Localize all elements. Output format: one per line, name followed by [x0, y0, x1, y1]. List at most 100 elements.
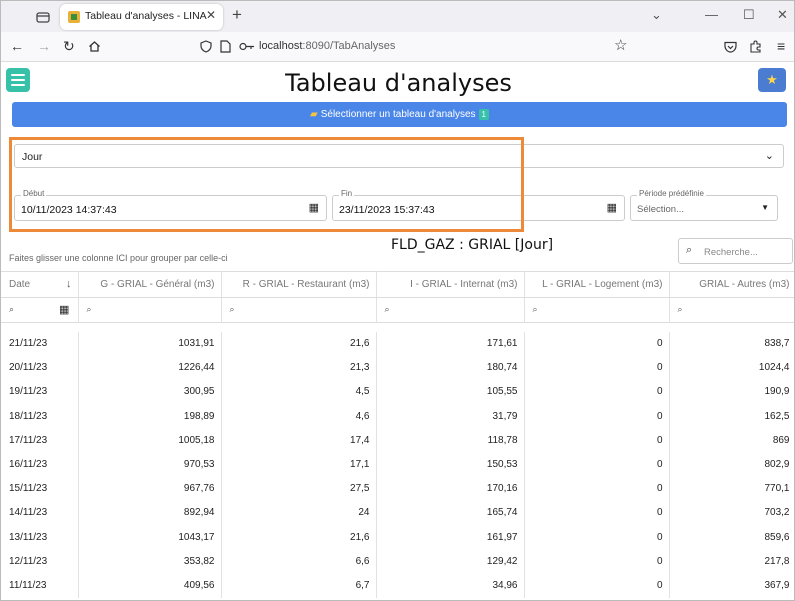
forward-icon[interactable]: →: [37, 38, 51, 54]
column-filter-cell[interactable]: ⌕: [524, 297, 670, 323]
value-cell: 0: [524, 404, 670, 429]
date-cell: 14/11/23: [1, 500, 79, 525]
value-cell: 198,89: [78, 404, 222, 429]
value-cell: 1031,91: [78, 331, 222, 356]
value-cell: 967,76: [78, 476, 222, 501]
tab-title: Tableau d'analyses - LINA: [85, 10, 207, 22]
shield-icon[interactable]: [200, 40, 212, 53]
value-cell: 0: [524, 549, 670, 574]
reload-icon[interactable]: ↻: [63, 38, 75, 55]
column-header-label: I - GRIAL - Internat (m3): [410, 279, 518, 290]
date-cell: 18/11/23: [1, 404, 79, 429]
calendar-icon[interactable]: ▦: [59, 303, 69, 316]
value-cell: 0: [524, 379, 670, 405]
column-filter-cell[interactable]: ⌕: [221, 297, 377, 323]
column-header-date[interactable]: Date ↓: [1, 271, 79, 298]
search-icon: ⌕: [532, 304, 538, 314]
close-window-icon[interactable]: ✕: [777, 7, 788, 23]
home-icon[interactable]: [88, 40, 101, 53]
chevron-down-icon: ⌄: [764, 150, 774, 162]
table-row[interactable]: 13/11/23 1043,17 21,6 161,97 0 859,6: [1, 525, 794, 550]
minimize-icon[interactable]: —: [705, 7, 718, 22]
grid-body: 21/11/23 1031,91 21,6 171,61 0 838,7 20/11/23 1…: [1, 322, 794, 598]
select-button-label: Sélectionner un tableau d'analyses: [320, 109, 476, 120]
value-cell: 802,9: [669, 452, 794, 477]
select-analysis-table-button[interactable]: ▰ Sélectionner un tableau d'analyses 1: [12, 102, 787, 127]
value-cell: 161,97: [376, 525, 525, 550]
url-bar[interactable]: localhost:8090/TabAnalyses: [259, 40, 395, 52]
column-filter-cell[interactable]: ⌕: [376, 297, 525, 323]
favorite-star-button[interactable]: ★: [758, 68, 786, 92]
value-cell: 703,2: [669, 500, 794, 525]
value-cell: 170,16: [376, 476, 525, 501]
column-filter-cell[interactable]: ⌕: [78, 297, 222, 323]
date-cell: 13/11/23: [1, 525, 79, 550]
date-cell: 12/11/23: [1, 549, 79, 574]
value-cell: 150,53: [376, 452, 525, 477]
page-title: Tableau d'analyses: [285, 69, 512, 97]
table-row[interactable]: 21/11/23 1031,91 21,6 171,61 0 838,7: [1, 331, 794, 356]
value-cell: 0: [524, 355, 670, 380]
browser-window: Tableau d'analyses - LINA ✕ + ⌄ — ☐ ✕ ← …: [0, 0, 795, 601]
value-cell: 0: [524, 452, 670, 477]
value-cell: 118,78: [376, 428, 525, 453]
column-header-label: Date: [9, 279, 31, 290]
value-cell: 1226,44: [78, 355, 222, 380]
new-tab-icon[interactable]: +: [232, 5, 242, 25]
selection-count-badge: 1: [478, 109, 489, 120]
table-row[interactable]: 16/11/23 970,53 17,1 150,53 0 802,9: [1, 452, 794, 477]
value-cell: 367,9: [669, 573, 794, 598]
table-row[interactable]: 20/11/23 1226,44 21,3 180,74 0 1024,4: [1, 355, 794, 380]
column-filter-cell[interactable]: ⌕: [669, 297, 794, 323]
extensions-icon[interactable]: [749, 40, 762, 53]
app-menu-icon[interactable]: ≡: [777, 38, 785, 54]
predefined-period-select[interactable]: Période prédéfinie Sélection... ▼: [630, 189, 778, 221]
table-row[interactable]: 11/11/23 409,56 6,7 34,96 0 367,9: [1, 573, 794, 598]
date-cell: 16/11/23: [1, 452, 79, 477]
table-row[interactable]: 18/11/23 198,89 4,6 31,79 0 162,5: [1, 404, 794, 429]
column-header[interactable]: G - GRIAL - Général (m3): [78, 271, 222, 298]
column-header[interactable]: I - GRIAL - Internat (m3): [376, 271, 525, 298]
value-cell: 171,61: [376, 331, 525, 356]
caret-down-icon: ▼: [761, 203, 769, 212]
column-header[interactable]: L - GRIAL - Logement (m3): [524, 271, 670, 298]
back-icon[interactable]: ←: [10, 38, 24, 54]
table-row[interactable]: 15/11/23 967,76 27,5 170,16 0 770,1: [1, 476, 794, 501]
search-input[interactable]: ⌕ Recherche...: [678, 238, 793, 264]
date-cell: 19/11/23: [1, 379, 79, 405]
navigation-bar: ← → ↻ localhost:8090/TabAnalyses ☆ ≡: [1, 32, 794, 62]
search-icon: ⌕: [9, 304, 15, 314]
grid-title: FLD_GAZ : GRIAL [Jour]: [391, 237, 554, 253]
bookmark-star-icon[interactable]: ☆: [614, 36, 627, 54]
value-cell: 859,6: [669, 525, 794, 550]
page-info-icon[interactable]: [220, 40, 231, 53]
value-cell: 6,6: [221, 549, 377, 574]
active-tab[interactable]: Tableau d'analyses - LINA ✕: [60, 4, 223, 30]
column-header[interactable]: GRIAL - Autres (m3): [669, 271, 794, 298]
table-row[interactable]: 14/11/23 892,94 24 165,74 0 703,2: [1, 500, 794, 525]
column-header[interactable]: R - GRIAL - Restaurant (m3): [221, 271, 377, 298]
column-filter-cell[interactable]: ⌕ ▦: [1, 297, 79, 323]
date-cell: 11/11/23: [1, 573, 79, 598]
table-row[interactable]: 12/11/23 353,82 6,6 129,42 0 217,8: [1, 549, 794, 574]
table-row[interactable]: 17/11/23 1005,18 17,4 118,78 0 869: [1, 428, 794, 453]
pocket-icon[interactable]: [724, 41, 737, 53]
group-by-drop-zone[interactable]: Faites glisser une colonne ICI pour grou…: [9, 253, 228, 263]
value-cell: 770,1: [669, 476, 794, 501]
close-tab-icon[interactable]: ✕: [206, 8, 216, 22]
permissions-key-icon[interactable]: [239, 42, 255, 51]
value-cell: 24: [221, 500, 377, 525]
table-row[interactable]: 19/11/23 300,95 4,5 105,55 0 190,9: [1, 379, 794, 405]
value-cell: 105,55: [376, 379, 525, 405]
search-icon: ⌕: [677, 304, 683, 314]
tab-list-icon[interactable]: [34, 8, 52, 26]
tab-overflow-chevron-icon[interactable]: ⌄: [651, 7, 662, 23]
value-cell: 892,94: [78, 500, 222, 525]
maximize-icon[interactable]: ☐: [743, 7, 755, 23]
value-cell: 409,56: [78, 573, 222, 598]
data-grid: Date ↓ G - GRIAL - Général (m3) R - GRIAL -…: [1, 271, 794, 598]
value-cell: 0: [524, 476, 670, 501]
sort-descending-icon[interactable]: ↓: [66, 278, 72, 290]
url-host: localhost: [259, 40, 303, 52]
calendar-icon[interactable]: ▦: [607, 201, 617, 214]
